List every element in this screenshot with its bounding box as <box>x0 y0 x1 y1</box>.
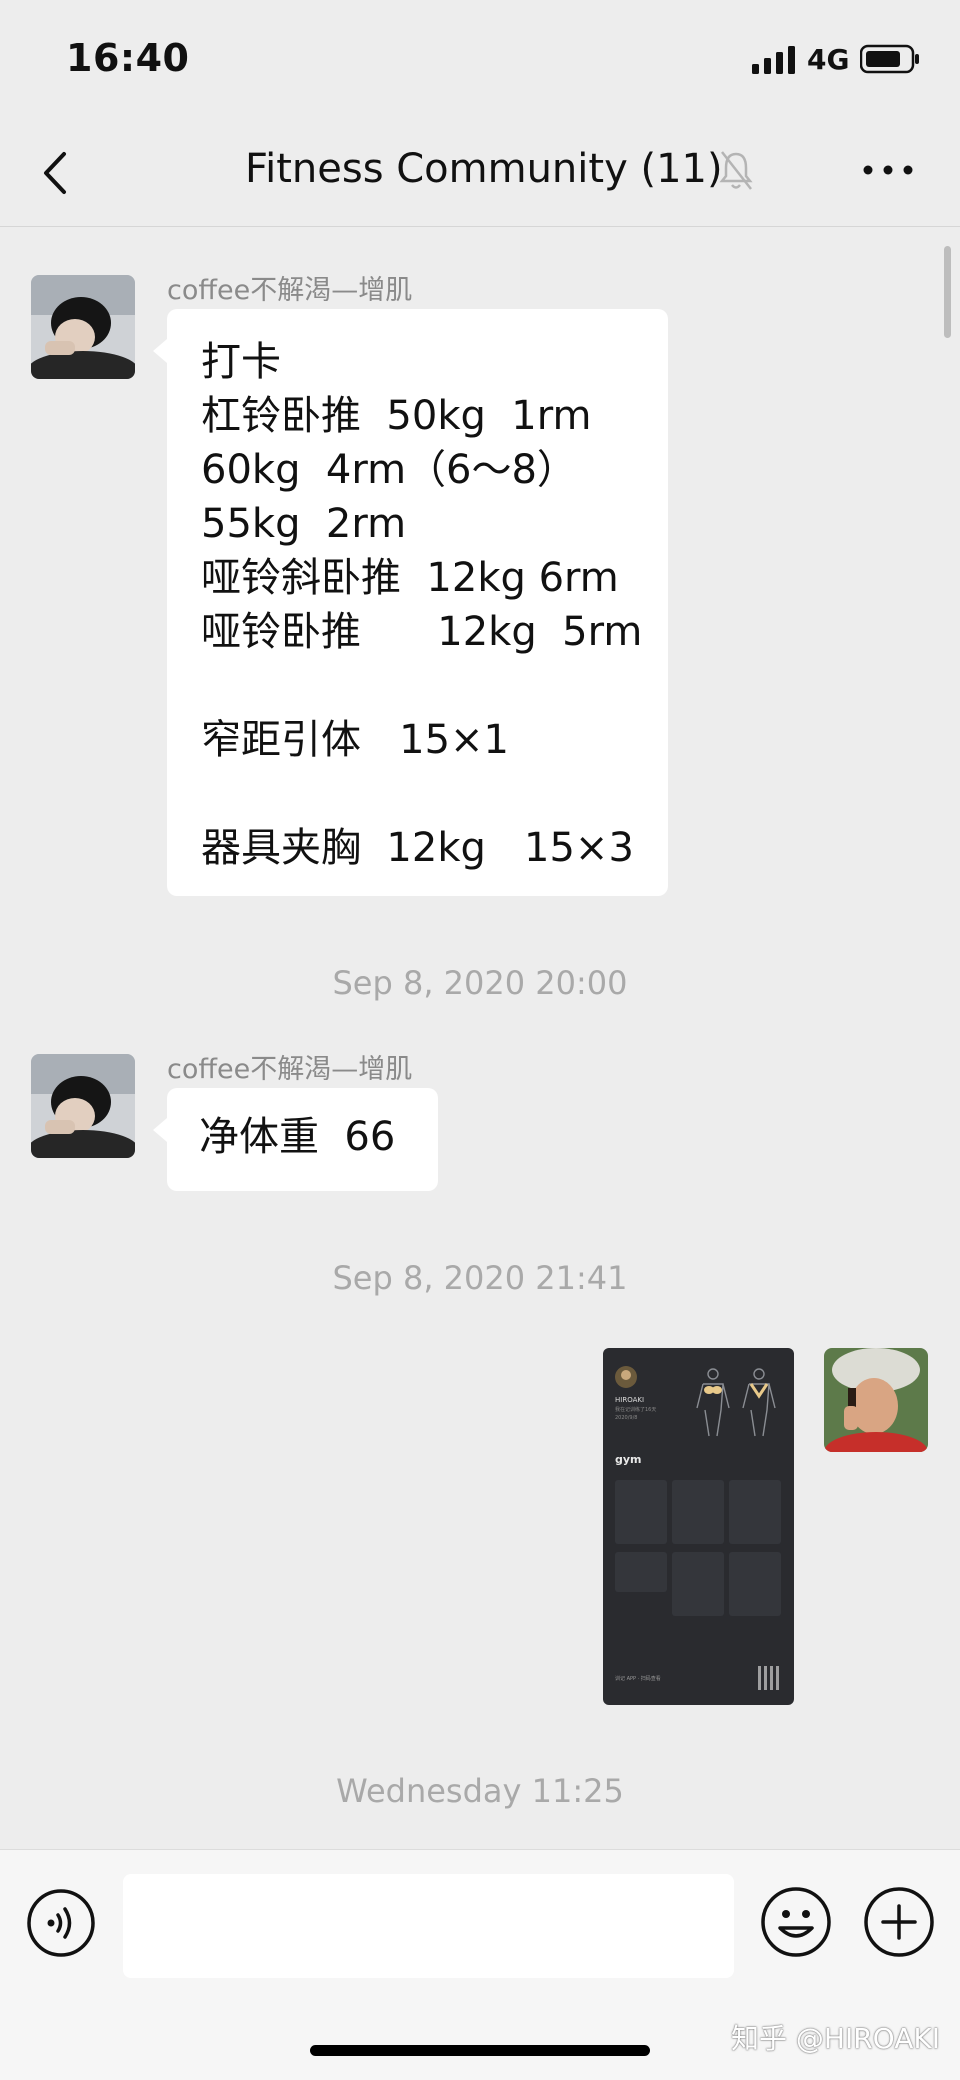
message-line: 哑铃斜卧推 12kg 6rm <box>201 555 619 601</box>
sender-avatar[interactable] <box>31 1054 135 1158</box>
emoji-icon[interactable] <box>760 1886 832 1958</box>
message-line: 哑铃卧推 12kg 5rm <box>201 609 643 655</box>
card-stat-cell <box>729 1480 781 1544</box>
back-arrow-icon[interactable] <box>34 146 78 200</box>
mute-bell-icon <box>719 151 753 190</box>
card-avatar-icon <box>615 1366 637 1388</box>
sender-avatar[interactable] <box>31 275 135 379</box>
message-line: 净体重 66 <box>199 1114 396 1160</box>
timestamp: Sep 8, 2020 20:00 <box>332 964 628 1002</box>
signal-icon <box>752 46 795 74</box>
sender-name: coffee不解渴—增肌 <box>167 275 413 306</box>
card-user-name: HIROAKI <box>615 1396 645 1404</box>
sender-name: coffee不解渴—增肌 <box>167 1054 413 1085</box>
message-bubble[interactable]: 净体重 66 <box>153 1088 438 1191</box>
scroll-indicator[interactable] <box>944 246 951 338</box>
message-line: 杠铃卧推 50kg 1rm <box>201 393 592 439</box>
card-title: gym <box>615 1453 642 1466</box>
muscle-figure-icon <box>696 1368 776 1437</box>
timestamp: Wednesday 11:25 <box>336 1772 624 1810</box>
qr-code-icon <box>758 1666 782 1690</box>
avatar-photo <box>824 1348 928 1452</box>
battery-icon <box>860 44 919 74</box>
avatar-photo <box>31 1054 135 1158</box>
voice-input-icon[interactable] <box>26 1888 96 1958</box>
watermark: 知乎 @HIROAKI <box>731 2022 940 2055</box>
card-stat-cell <box>615 1480 667 1544</box>
image-message[interactable]: HIROAKI 我在记训练了16天 2020/9/8 gym 训记 APP · … <box>603 1348 794 1705</box>
message-bubble[interactable]: 打卡 杠铃卧推 50kg 1rm 60kg 4rm（6～8） 55kg 2rm … <box>153 309 668 896</box>
plus-icon[interactable] <box>863 1886 935 1958</box>
my-avatar[interactable] <box>824 1348 928 1452</box>
message-input[interactable] <box>123 1874 734 1978</box>
message-line: 55kg 2rm <box>201 501 407 547</box>
more-options-icon[interactable] <box>858 152 918 188</box>
network-type: 4G <box>807 43 850 76</box>
nav-bar: Fitness Community (11) <box>0 118 960 227</box>
home-indicator[interactable] <box>310 2045 650 2056</box>
message-line: 60kg 4rm（6～8） <box>201 447 577 493</box>
status-bar: 16:40 4G <box>0 0 960 118</box>
card-stat-cell <box>729 1552 781 1616</box>
message-line <box>201 659 634 713</box>
card-stat-cell <box>672 1480 724 1544</box>
message-line: 打卡 <box>201 339 281 385</box>
card-subtitle: 我在记训练了16天 2020/9/8 <box>615 1407 657 1421</box>
timestamp: Sep 8, 2020 21:41 <box>332 1259 628 1297</box>
avatar-photo <box>31 275 135 379</box>
message-line: 窄距引体 15×1 <box>201 717 510 763</box>
message-line: 器具夹胸 12kg 15×3 <box>201 825 634 871</box>
status-time: 16:40 <box>66 36 190 80</box>
chat-title: Fitness Community (11) <box>245 146 723 192</box>
card-stat-cell <box>615 1552 667 1592</box>
card-stat-cell <box>672 1552 724 1616</box>
message-line <box>201 767 634 821</box>
input-bar: 知乎 @HIROAKI <box>0 1849 960 2080</box>
card-footer: 训记 APP · 扫码查看 <box>615 1676 661 1682</box>
